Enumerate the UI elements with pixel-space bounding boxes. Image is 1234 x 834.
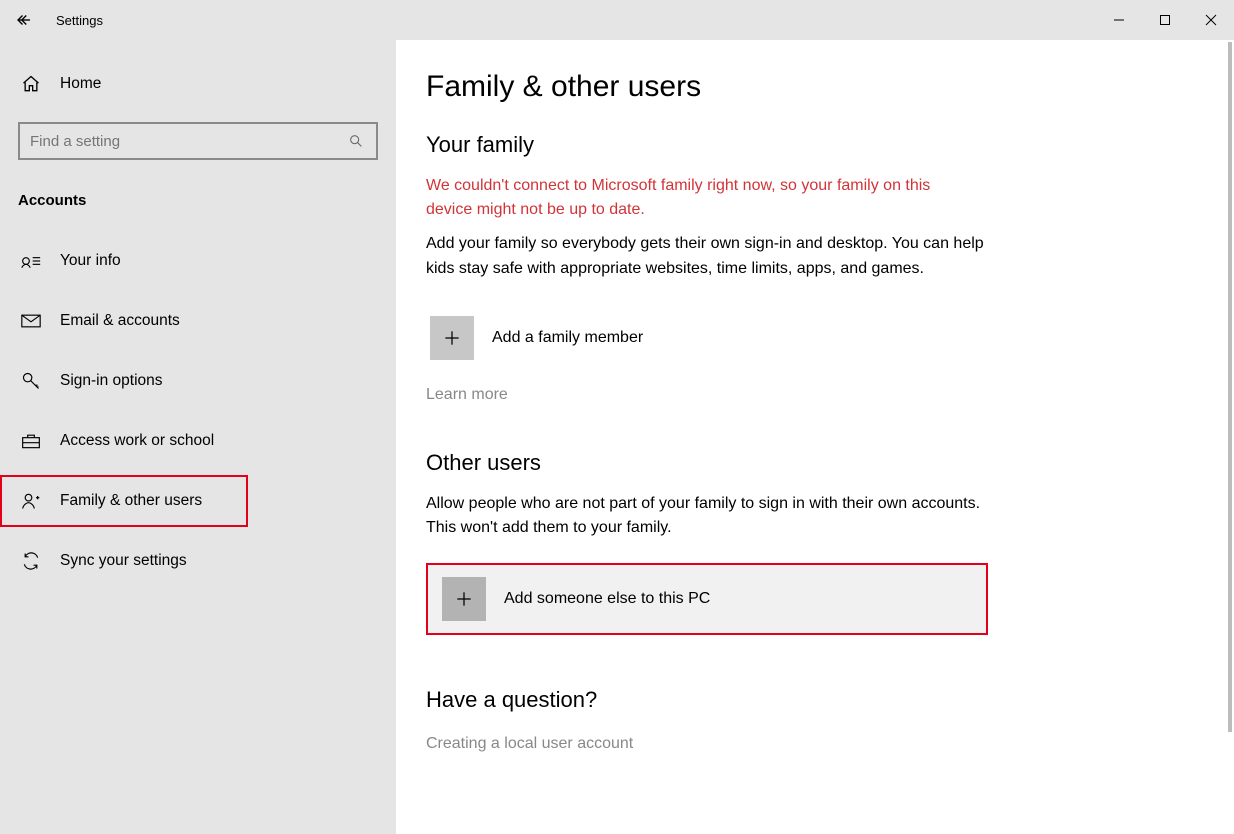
arrow-left-icon [15, 11, 33, 29]
minimize-icon [1113, 14, 1125, 26]
plus-icon [454, 589, 474, 609]
back-button[interactable] [0, 0, 48, 40]
sidebar-item-email-accounts[interactable]: Email & accounts [0, 295, 396, 347]
mail-icon [21, 313, 41, 329]
person-card-icon [21, 253, 41, 269]
home-nav[interactable]: Home [0, 64, 396, 104]
category-label: Accounts [18, 192, 396, 209]
add-family-member-button[interactable]: Add a family member [426, 312, 1204, 364]
maximize-button[interactable] [1142, 0, 1188, 40]
home-icon [21, 74, 41, 94]
person-plus-icon [21, 491, 41, 511]
plus-tile [442, 577, 486, 621]
learn-more-link[interactable]: Learn more [426, 386, 508, 404]
search-box[interactable] [18, 122, 378, 160]
sync-icon [21, 551, 41, 571]
sidebar-item-your-info[interactable]: Your info [0, 235, 396, 287]
sidebar-item-label: Sign-in options [60, 372, 163, 390]
briefcase-icon [21, 432, 41, 450]
family-description: Add your family so everybody gets their … [426, 232, 986, 282]
sidebar-item-label: Sync your settings [60, 552, 187, 570]
nav-list: Your info Email & accounts Sign-in optio… [0, 235, 396, 587]
close-button[interactable] [1188, 0, 1234, 40]
key-icon [21, 371, 41, 391]
section-title-question: Have a question? [426, 687, 1204, 713]
sidebar: Home Accounts Your info Email & accounts… [0, 40, 396, 834]
plus-icon [442, 328, 462, 348]
sidebar-item-label: Family & other users [60, 492, 202, 510]
help-link-create-local-account[interactable]: Creating a local user account [426, 735, 633, 753]
window-controls [1096, 0, 1234, 40]
section-title-other-users: Other users [426, 450, 1204, 476]
home-label: Home [60, 75, 101, 93]
add-someone-else-label: Add someone else to this PC [504, 590, 710, 608]
sidebar-item-signin-options[interactable]: Sign-in options [0, 355, 396, 407]
close-icon [1205, 14, 1217, 26]
sidebar-item-family-other-users[interactable]: Family & other users [0, 475, 248, 527]
search-input[interactable] [30, 133, 346, 150]
window-title: Settings [56, 13, 103, 28]
sidebar-item-label: Access work or school [60, 432, 214, 450]
family-error-text: We couldn't connect to Microsoft family … [426, 174, 976, 222]
add-family-label: Add a family member [492, 329, 643, 347]
titlebar: Settings [0, 0, 1234, 40]
section-title-family: Your family [426, 132, 1204, 158]
sidebar-item-label: Your info [60, 252, 121, 270]
sidebar-item-access-work-school[interactable]: Access work or school [0, 415, 396, 467]
page-title: Family & other users [426, 70, 1204, 104]
add-someone-else-button[interactable]: Add someone else to this PC [426, 563, 988, 635]
minimize-button[interactable] [1096, 0, 1142, 40]
content-area: Family & other users Your family We coul… [396, 40, 1234, 834]
other-users-description: Allow people who are not part of your fa… [426, 492, 986, 542]
maximize-icon [1159, 14, 1171, 26]
sidebar-item-sync-settings[interactable]: Sync your settings [0, 535, 396, 587]
plus-tile [430, 316, 474, 360]
scrollbar[interactable] [1228, 42, 1232, 732]
search-icon [348, 133, 364, 149]
sidebar-item-label: Email & accounts [60, 312, 180, 330]
